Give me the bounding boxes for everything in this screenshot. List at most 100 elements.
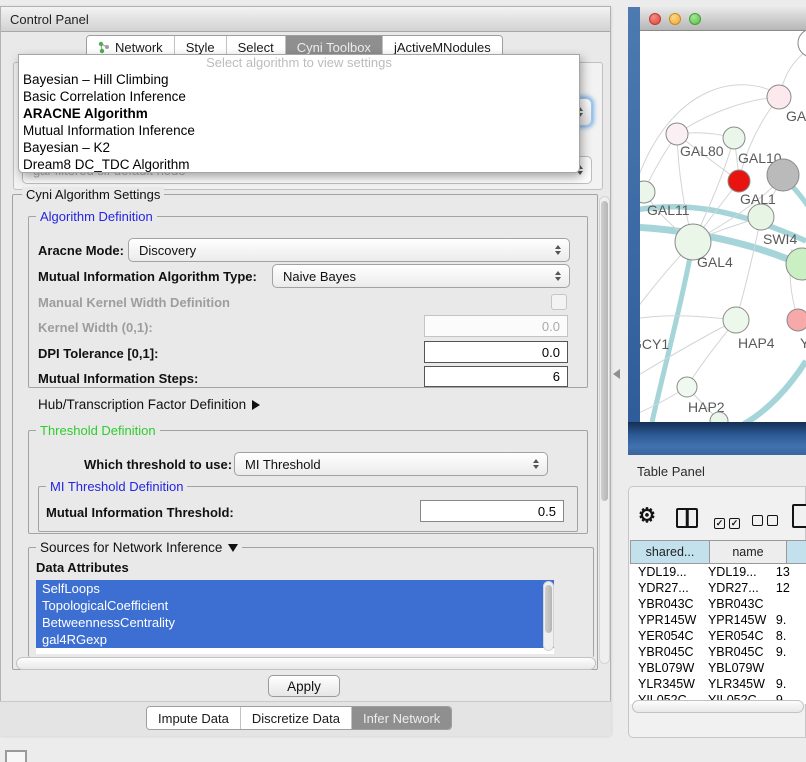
apply-button[interactable]: Apply xyxy=(268,675,340,697)
deselect-all-columns-icon[interactable] xyxy=(752,513,782,531)
table-row[interactable]: YDL19...YDL19...13 xyxy=(630,564,806,580)
network-edge[interactable] xyxy=(736,217,761,320)
table-cell: YPR145W xyxy=(630,612,700,628)
cyni-settings-group-title: Cyni Algorithm Settings xyxy=(22,187,164,202)
algorithm-option[interactable]: Mutual Information Inference xyxy=(19,122,579,139)
aracne-mode-select[interactable]: Discovery xyxy=(128,238,570,262)
table-cell: YPR145W xyxy=(700,612,770,628)
table-settings-gear-icon[interactable]: ⚙ xyxy=(638,506,656,526)
tab-label: jActiveMNodules xyxy=(394,40,491,55)
network-node[interactable] xyxy=(677,377,697,397)
apply-button-label: Apply xyxy=(287,679,321,694)
algorithm-option[interactable]: Bayesian – Hill Climbing xyxy=(19,71,579,88)
network-node[interactable] xyxy=(767,85,791,109)
network-window-titlebar[interactable] xyxy=(640,7,806,31)
kernel-width-label: Kernel Width (0,1): xyxy=(38,320,153,335)
network-node[interactable] xyxy=(798,31,806,57)
data-attribute-item[interactable]: TopologicalCoefficient xyxy=(36,597,554,614)
scrollbar-thumb[interactable] xyxy=(601,201,608,501)
select-all-columns-icon[interactable]: ✓✓ xyxy=(714,513,744,531)
column-layout-icon[interactable] xyxy=(676,508,698,528)
tab-discretize-data[interactable]: Discretize Data xyxy=(240,707,351,729)
sources-group-title[interactable]: Sources for Network Inference xyxy=(36,540,242,555)
settings-horizontal-scrollbar[interactable] xyxy=(16,657,596,670)
table-panel-title: Table Panel xyxy=(637,464,705,479)
table-cell: 12 xyxy=(770,580,806,596)
settings-vertical-scrollbar[interactable] xyxy=(599,196,610,664)
network-edge[interactable] xyxy=(640,85,779,189)
table-cell: 8. xyxy=(770,628,806,644)
table-row[interactable]: YBL079WYBL079W xyxy=(630,660,806,676)
network-edge[interactable] xyxy=(640,316,736,320)
network-node[interactable] xyxy=(767,159,799,191)
which-threshold-select[interactable]: MI Threshold xyxy=(234,452,548,476)
column-header-clipped[interactable] xyxy=(786,540,806,564)
data-attribute-item[interactable]: BetweennessCentrality xyxy=(36,614,554,631)
minimized-panel-icon[interactable] xyxy=(5,750,27,762)
network-node[interactable] xyxy=(640,181,655,203)
tab-impute-data[interactable]: Impute Data xyxy=(147,707,240,729)
table-row[interactable]: YDR27...YDR27...12 xyxy=(630,580,806,596)
algorithm-option[interactable]: Basic Correlation Inference xyxy=(19,88,579,105)
minimize-traffic-light-icon[interactable] xyxy=(669,13,681,25)
network-node[interactable] xyxy=(748,204,774,230)
column-header-label: shared... xyxy=(646,545,695,559)
network-node-label: Y xyxy=(800,335,806,351)
algorithm-option[interactable]: Dream8 DC_TDC Algorithm xyxy=(19,156,579,173)
threshold-definition-title: Threshold Definition xyxy=(36,423,160,438)
cyni-bottom-tabbar: Impute Data Discretize Data Infer Networ… xyxy=(146,706,452,730)
tab-infer-network[interactable]: Infer Network xyxy=(351,707,451,729)
export-table-icon[interactable] xyxy=(792,504,806,528)
table-row[interactable]: YER054CYER054C8. xyxy=(630,628,806,644)
network-canvas[interactable]: GALGAL80GAL10GAL1GAL11SWI4GAL4GCY1HAP4YH… xyxy=(640,31,806,422)
close-traffic-light-icon[interactable] xyxy=(649,13,661,25)
combo-arrows-icon xyxy=(533,459,539,469)
zoom-traffic-light-icon[interactable] xyxy=(689,13,701,25)
table-row[interactable]: YBR045CYBR045C9. xyxy=(630,644,806,660)
column-header-name[interactable]: name xyxy=(709,540,787,564)
algorithm-dropdown-placeholder: Select algorithm to view settings xyxy=(19,55,579,71)
table-row[interactable]: YBR043CYBR043C xyxy=(630,596,806,612)
dpi-tolerance-field[interactable]: 0.0 xyxy=(424,341,568,363)
column-header-shared-name[interactable]: shared... xyxy=(630,540,710,564)
network-node[interactable] xyxy=(666,123,688,145)
algorithm-definition-title: Algorithm Definition xyxy=(36,209,157,224)
data-attributes-list[interactable]: SelfLoopsTopologicalCoefficientBetweenne… xyxy=(36,580,554,654)
attributes-scrollbar[interactable] xyxy=(543,581,554,651)
data-attribute-item[interactable]: SelfLoops xyxy=(36,580,554,597)
network-window-frame-bottom xyxy=(628,422,806,455)
sources-title-text: Sources for Network Inference xyxy=(40,540,222,555)
network-node[interactable] xyxy=(723,127,745,149)
mi-threshold-field[interactable]: 0.5 xyxy=(420,500,564,522)
network-edge-strong[interactable] xyxy=(744,361,806,422)
control-panel-titlebar[interactable]: Control Panel xyxy=(1,7,610,32)
network-node[interactable] xyxy=(787,309,806,331)
table-row[interactable]: YPR145WYPR145W9. xyxy=(630,612,806,628)
kernel-width-field[interactable]: 0.0 xyxy=(424,315,568,337)
network-node[interactable] xyxy=(723,307,749,333)
table-horizontal-scrollbar[interactable] xyxy=(632,700,804,713)
network-window-frame xyxy=(628,7,640,455)
network-node-label: HAP4 xyxy=(738,335,775,351)
data-attribute-item[interactable]: gal4RGexp xyxy=(36,631,554,648)
aracne-mode-label: Aracne Mode: xyxy=(38,243,124,258)
network-node[interactable] xyxy=(728,170,750,192)
network-node[interactable] xyxy=(786,248,806,280)
mi-steps-label: Mutual Information Steps: xyxy=(38,371,198,386)
network-node-label: SWI4 xyxy=(763,231,797,247)
node-table[interactable]: YDL19...YDL19...13YDR27...YDR27...12YBR0… xyxy=(630,564,806,704)
table-cell: YDL19... xyxy=(700,564,770,580)
table-cell: YBR045C xyxy=(630,644,700,660)
table-row[interactable]: YLR345WYLR345W9. xyxy=(630,676,806,692)
tab-label: Cyni Toolbox xyxy=(297,40,371,55)
mi-steps-field[interactable]: 6 xyxy=(424,366,568,387)
manual-kernel-checkbox[interactable] xyxy=(551,294,567,310)
algorithm-option[interactable]: Bayesian – K2 xyxy=(19,139,579,156)
table-cell: YER054C xyxy=(630,628,700,644)
hub-definition-expander[interactable]: Hub/Transcription Factor Definition xyxy=(38,397,260,412)
scrollbar-thumb[interactable] xyxy=(545,585,552,633)
combo-arrows-icon xyxy=(555,271,561,281)
mi-type-select[interactable]: Naive Bayes xyxy=(272,264,570,288)
split-pane-collapse-handle[interactable] xyxy=(613,369,620,379)
algorithm-option[interactable]: ARACNE Algorithm xyxy=(19,105,579,122)
